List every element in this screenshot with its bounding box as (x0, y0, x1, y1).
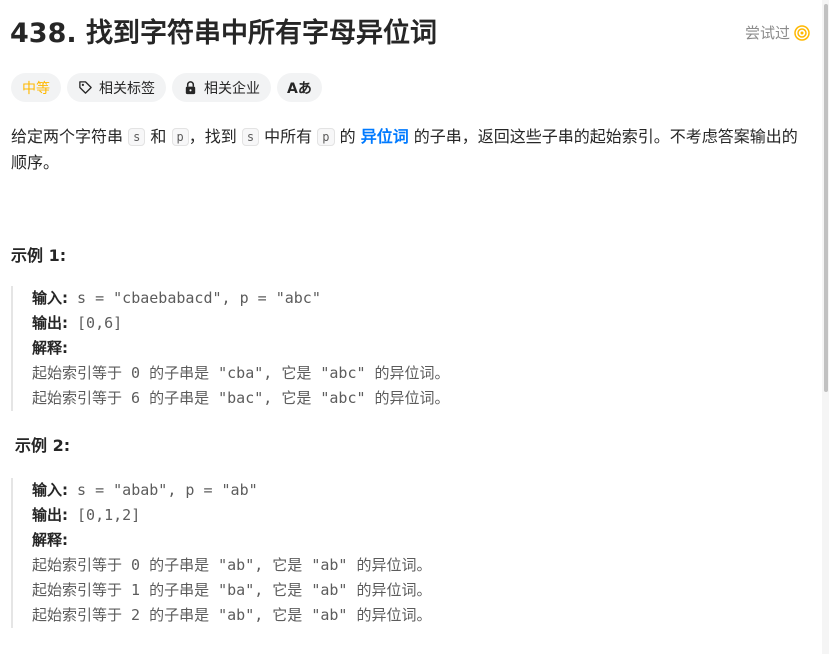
input-label: 输入: (32, 481, 68, 499)
example-input-line: 输入: s = "cbaebabacd", p = "abc" (32, 286, 791, 311)
explanation-label: 解释: (32, 531, 68, 549)
explanation-text: 起始索引等于 6 的子串是 "bac", 它是 "abc" 的异位词。 (32, 389, 450, 407)
input-label: 输入: (32, 289, 68, 307)
output-label: 输出: (32, 506, 68, 524)
input-value: s = "abab", p = "ab" (68, 481, 258, 499)
example-1-heading: 示例 1: (11, 246, 67, 265)
problem-statement: 给定两个字符串 s 和 p ，找到 s 中所有 p 的 异位词 的子串，返回这些子… (11, 124, 807, 176)
example-input-line: 输入: s = "abab", p = "ab" (32, 478, 791, 503)
statement-text: 给定两个字符串 (11, 127, 129, 146)
explanation-text: 起始索引等于 0 的子串是 "cba", 它是 "abc" 的异位词。 (32, 364, 450, 382)
example-2-block: 输入: s = "abab", p = "ab" 输出: [0,1,2] 解释:… (11, 478, 791, 628)
explanation-label: 解释: (32, 339, 68, 357)
output-value: [0,6] (68, 314, 123, 332)
output-value: [0,1,2] (68, 506, 141, 524)
explanation-text: 起始索引等于 2 的子串是 "ab", 它是 "ab" 的异位词。 (32, 606, 432, 624)
statement-text: 的 (334, 127, 361, 146)
difficulty-badge: 中等 (11, 73, 61, 102)
statement-text: 和 (145, 127, 172, 146)
explanation-text: 起始索引等于 1 的子串是 "ba", 它是 "ab" 的异位词。 (32, 581, 432, 599)
vertical-scrollbar[interactable] (822, 0, 829, 654)
related-companies-button[interactable]: 相关企业 (172, 73, 271, 102)
example-explanation-line: 解释: (32, 528, 791, 553)
statement-text: 中所有 (259, 127, 318, 146)
lock-icon (185, 81, 196, 95)
tag-icon (79, 81, 92, 94)
attempted-label: 尝试过 (744, 24, 790, 42)
example-output-line: 输出: [0,6] (32, 311, 791, 336)
inline-code: s (241, 128, 260, 146)
input-value: s = "cbaebabacd", p = "abc" (68, 289, 321, 307)
example-2-heading: 示例 2: (15, 436, 71, 455)
attempted-status: 尝试过 (745, 22, 810, 44)
statement-text: ，找到 (188, 127, 242, 146)
translate-button[interactable]: Aあ (277, 73, 322, 102)
inline-code: s (128, 128, 146, 146)
tags-row: 中等 相关标签 相关企业 Aあ (11, 73, 322, 102)
translate-icon: Aあ (287, 80, 312, 97)
output-label: 输出: (32, 314, 68, 332)
example-explanation-line: 解释: (32, 336, 791, 361)
target-icon (794, 25, 810, 41)
related-tags-button[interactable]: 相关标签 (67, 73, 166, 102)
title-row: 438. 找到字符串中所有字母异位词 尝试过 (10, 14, 810, 54)
related-tags-label: 相关标签 (99, 80, 155, 97)
inline-code: p (171, 128, 189, 146)
example-output-line: 输出: [0,1,2] (32, 503, 791, 528)
problem-description-panel: 438. 找到字符串中所有字母异位词 尝试过 中等 相关标签 相关企业 Aあ 给… (0, 0, 822, 654)
anagram-keyword-link[interactable]: 异位词 (361, 127, 409, 146)
scrollbar-thumb[interactable] (824, 4, 828, 392)
example-1-block: 输入: s = "cbaebabacd", p = "abc" 输出: [0,6… (11, 286, 791, 411)
explanation-text: 起始索引等于 0 的子串是 "ab", 它是 "ab" 的异位词。 (32, 556, 432, 574)
related-companies-label: 相关企业 (204, 80, 260, 97)
problem-title[interactable]: 438. 找到字符串中所有字母异位词 (10, 14, 437, 54)
inline-code: p (317, 128, 335, 146)
